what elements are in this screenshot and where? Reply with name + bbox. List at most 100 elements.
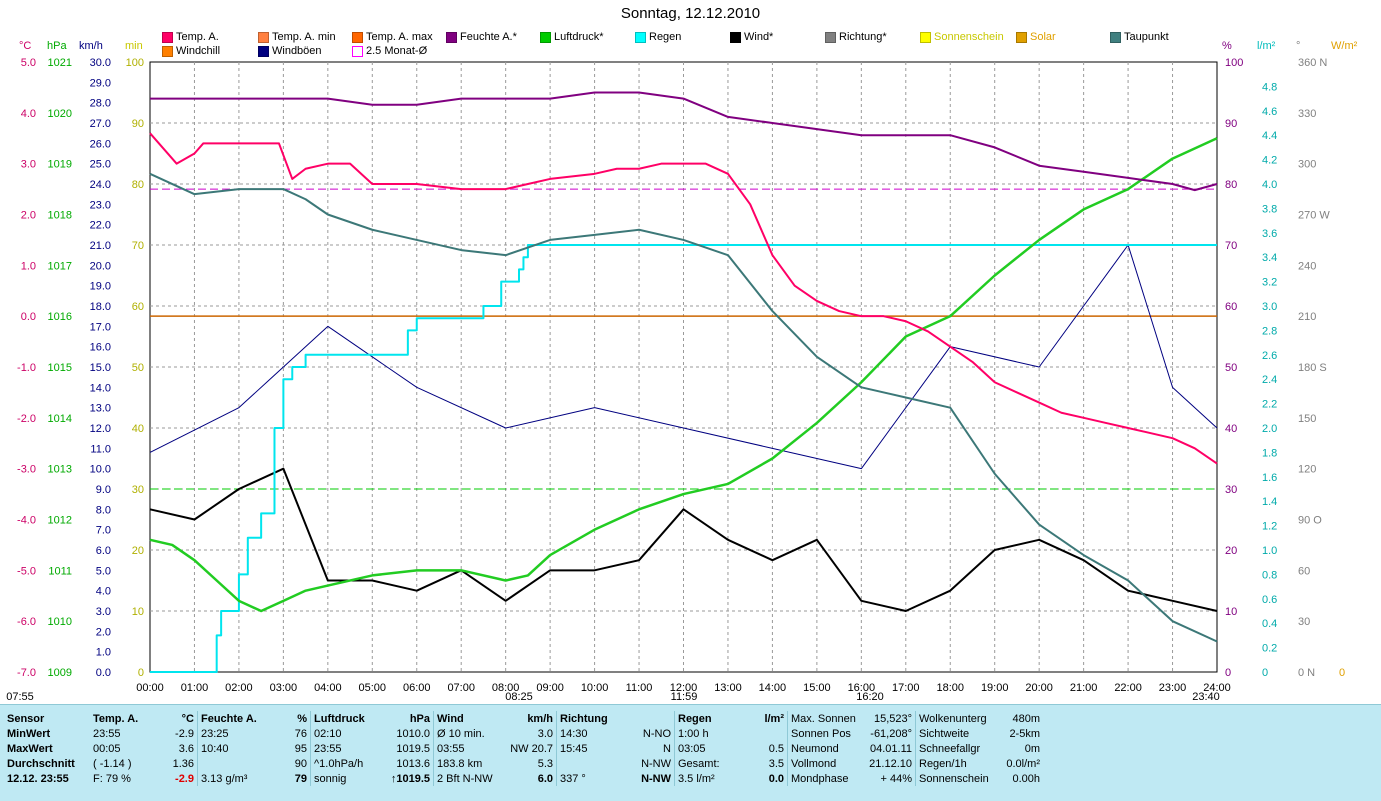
- info-press-now: ↑1019.5: [390, 772, 430, 785]
- wind-tick-label: 4.0: [96, 586, 111, 598]
- direction-tick-label: 150: [1298, 413, 1316, 425]
- info-press-min-time: 02:10: [310, 726, 387, 741]
- time-tick-label: 02:00: [225, 682, 253, 694]
- wind-tick-label: 8.0: [96, 504, 111, 516]
- pressure-tick-label: 1016: [48, 311, 72, 323]
- minutes-tick-label: 50: [132, 362, 144, 374]
- info-row-min: MinWert: [7, 727, 51, 740]
- temp-tick-label: -5.0: [17, 565, 36, 577]
- sun-time-label: 08:25: [505, 691, 533, 703]
- info-sunpos-value: -61,208°: [870, 727, 912, 740]
- rain-tick-label: 3.6: [1262, 228, 1277, 240]
- info-hum-min: 76: [294, 727, 307, 740]
- wind-tick-label: 1.0: [96, 647, 111, 659]
- minutes-tick-label: 90: [132, 118, 144, 130]
- sun-time-label: 11:59: [671, 691, 698, 703]
- info-snowline-value: 0m: [1024, 742, 1040, 755]
- wind-tick-label: 6.0: [96, 545, 111, 557]
- info-temp-now-alt: F: 79 %: [93, 772, 131, 785]
- time-tick-label: 00:00: [136, 682, 164, 694]
- temp-tick-label: 0.0: [21, 311, 36, 323]
- info-temp-avg: 1.36: [172, 757, 194, 770]
- info-row-max: MaxWert: [7, 742, 53, 755]
- info-gust-time: 03:55: [433, 741, 500, 756]
- direction-tick-label: 300: [1298, 159, 1316, 171]
- temp-tick-label: 1.0: [21, 260, 36, 272]
- rain-tick-label: 0.2: [1262, 643, 1277, 655]
- rain-tick-label: 4.4: [1262, 130, 1277, 142]
- rain-tick-label: 2.0: [1262, 423, 1277, 435]
- rain-tick-label: 3.4: [1262, 252, 1277, 264]
- temp-tick-label: 3.0: [21, 159, 36, 171]
- info-rain-total-label: Gesamt:: [674, 756, 741, 771]
- sun-time-label: 23:40: [1192, 691, 1220, 703]
- direction-tick-label: 30: [1298, 616, 1310, 628]
- info-table: Sensor Temp. A. °C Feuchte A. % Luftdruc…: [4, 711, 1043, 786]
- info-snowline-label: Schneefallgr: [915, 741, 997, 756]
- info-gust-max: NW 20.7: [510, 742, 553, 755]
- minutes-tick-label: 10: [132, 606, 144, 618]
- time-tick-label: 17:00: [892, 682, 920, 694]
- rain-tick-label: 1.8: [1262, 447, 1277, 459]
- solar-tick-label: 0: [1339, 667, 1345, 679]
- info-fullmoon-label: Vollmond: [787, 756, 864, 771]
- pressure-tick-label: 1011: [48, 565, 72, 577]
- rain-tick-label: 0.6: [1262, 594, 1277, 606]
- wind-tick-label: 10.0: [90, 464, 111, 476]
- minutes-tick-label: 70: [132, 240, 144, 252]
- info-hum-max-time: 10:40: [197, 741, 264, 756]
- pressure-tick-label: 1014: [48, 413, 72, 425]
- time-tick-label: 10:00: [581, 682, 609, 694]
- info-hum-avg: 90: [294, 757, 307, 770]
- time-tick-label: 11:00: [626, 682, 653, 694]
- temp-tick-label: -2.0: [17, 413, 36, 425]
- wind-tick-label: 20.0: [90, 260, 111, 272]
- humidity-tick-label: 100: [1225, 57, 1243, 69]
- rain-tick-label: 3.2: [1262, 277, 1277, 289]
- info-rain-2-time: 03:05: [674, 741, 741, 756]
- info-press-avg: 1013.6: [396, 757, 430, 770]
- temp-tick-label: -1.0: [17, 362, 36, 374]
- rain-tick-label: 0: [1262, 667, 1268, 679]
- info-dir-3-empty: [556, 756, 618, 771]
- info-rain-now: 0.0: [768, 772, 784, 785]
- minutes-tick-label: 20: [132, 545, 144, 557]
- info-header-humidity: Feuchte A.: [197, 711, 264, 726]
- info-cloud-label: Wolkenunterg: [915, 711, 997, 726]
- minutes-tick-label: 30: [132, 484, 144, 496]
- info-rain-hour-label: Regen/1h: [915, 756, 997, 771]
- direction-tick-label: 60: [1298, 565, 1310, 577]
- rain-tick-label: 2.6: [1262, 350, 1277, 362]
- humidity-tick-label: 40: [1225, 423, 1237, 435]
- wind-tick-label: 5.0: [96, 565, 111, 577]
- info-temp-now: -2.9: [175, 772, 194, 785]
- info-header-rain: Regen: [674, 711, 741, 726]
- wind-tick-label: 19.0: [90, 281, 111, 293]
- info-wind-now: 6.0: [537, 772, 553, 785]
- wind-tick-label: 9.0: [96, 484, 111, 496]
- humidity-tick-label: 30: [1225, 484, 1237, 496]
- info-rain-1-label: 1:00 h: [674, 726, 741, 741]
- info-temp-max: 3.6: [178, 742, 194, 755]
- info-dir-1: N-NO: [642, 727, 671, 740]
- rain-tick-label: 4.8: [1262, 81, 1277, 93]
- temp-tick-label: -3.0: [17, 464, 36, 476]
- info-sunshine-label: Sonnenschein: [915, 771, 997, 786]
- rain-tick-label: 4.6: [1262, 106, 1277, 118]
- info-temp-max-time: 00:05: [93, 742, 121, 755]
- pressure-tick-label: 1020: [48, 108, 72, 120]
- info-header-temp: Temp. A.: [93, 712, 139, 725]
- info-hum-avg-empty: [197, 756, 264, 771]
- info-hum-now-abs: 3.13 g/m³: [197, 771, 264, 786]
- info-dir-now: N-NW: [641, 772, 671, 785]
- sun-time-label: 07:55: [6, 691, 34, 703]
- time-tick-label: 22:00: [1114, 682, 1142, 694]
- info-rain-hour-value: 0.0l/m²: [1006, 757, 1040, 770]
- info-panel: Sensor Temp. A. °C Feuchte A. % Luftdruc…: [0, 704, 1381, 801]
- rain-tick-label: 2.8: [1262, 325, 1277, 337]
- info-temp-min: -2.9: [175, 727, 194, 740]
- direction-tick-label: 90 O: [1298, 515, 1322, 527]
- wind-tick-label: 2.0: [96, 626, 111, 638]
- time-tick-label: 06:00: [403, 682, 431, 694]
- info-hum-min-time: 23:25: [197, 726, 264, 741]
